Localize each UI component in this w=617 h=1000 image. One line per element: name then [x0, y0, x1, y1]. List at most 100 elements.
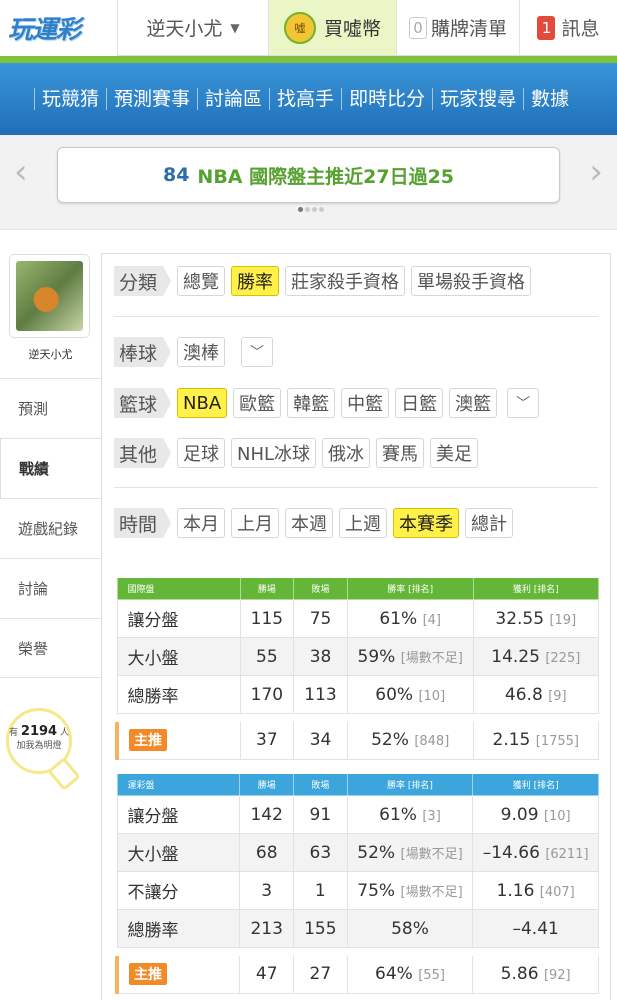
row-label-cell: 主推 — [115, 955, 241, 994]
main-pick-row: 主推 47 27 64% [55] 5.86 [92] — [115, 955, 599, 994]
carousel-dot[interactable] — [298, 207, 303, 212]
profit: 32.55 — [495, 608, 545, 629]
win-rate-cell: 52% [場數不足] — [346, 833, 474, 872]
column-header: 勝場 — [239, 773, 295, 796]
rank: [225] — [545, 650, 581, 666]
chip-total[interactable]: 總計 — [465, 508, 514, 538]
chip-bookie-killer[interactable]: 莊家殺手資格 — [285, 266, 406, 296]
chip-win-rate[interactable]: 勝率 — [231, 266, 280, 296]
chevron-left-icon[interactable]: ‹ — [14, 155, 28, 189]
carousel-dot[interactable] — [305, 207, 310, 212]
profit-cell: –14.66 [6211] — [472, 833, 599, 872]
chip-last-week[interactable]: 上週 — [339, 508, 388, 538]
chip-this-season[interactable]: 本賽季 — [393, 508, 460, 538]
chip-nba[interactable]: NBA — [177, 388, 228, 418]
win-rate-cell: 58% — [346, 909, 474, 948]
chip-euro-basketball[interactable]: 歐籃 — [233, 388, 282, 418]
chip-khl[interactable]: 俄冰 — [322, 438, 371, 468]
chip-nhl[interactable]: NHL冰球 — [231, 438, 317, 468]
column-header: 國際盤 — [116, 577, 241, 600]
sidebar-item-record[interactable]: 戰績 — [0, 438, 103, 498]
nav-item-player-search[interactable]: 玩家搜尋 — [432, 88, 523, 110]
coin-icon: 噓 — [283, 11, 316, 44]
chip-soccer[interactable]: 足球 — [177, 438, 226, 468]
divider — [114, 316, 598, 317]
win-count: 115 — [239, 599, 295, 638]
chip-korea-basketball[interactable]: 韓籃 — [287, 388, 336, 418]
chevron-down-icon[interactable]: ﹀ — [507, 388, 540, 418]
nav-item-guess[interactable]: 玩競猜 — [34, 88, 106, 110]
chevron-down-icon[interactable]: ﹀ — [241, 337, 274, 367]
avatar-image — [16, 261, 83, 331]
time-label: 時間 — [114, 508, 172, 538]
column-header: 運彩盤 — [116, 773, 241, 796]
category-filter: 分類 總覽 勝率 莊家殺手資格 單場殺手資格 — [114, 266, 532, 296]
profit: 5.86 — [500, 964, 539, 985]
sidebar-item-discuss[interactable]: 討論 — [0, 558, 101, 618]
rank: [848] — [414, 734, 450, 750]
chip-abl[interactable]: 澳棒 — [177, 337, 226, 367]
win-rate-cell: 61% [4] — [346, 599, 474, 638]
win-rate: 60% — [375, 684, 414, 705]
win-count: 213 — [239, 909, 295, 948]
profit: –14.66 — [482, 842, 540, 863]
win-rate-cell: 75% [場數不足] — [346, 871, 474, 910]
loss-count: 34 — [293, 721, 348, 760]
profit: 1.16 — [496, 880, 535, 901]
win-rate: 59% — [357, 646, 396, 667]
profit-cell: 9.09 [10] — [472, 795, 599, 834]
sidebar-item-predict[interactable]: 預測 — [0, 378, 101, 438]
sidebar-item-game-log[interactable]: 遊戲紀錄 — [0, 498, 101, 558]
messages-button[interactable]: 1 訊息 — [520, 0, 617, 55]
loss-count: 38 — [293, 637, 348, 676]
chip-china-basketball[interactable]: 中籃 — [341, 388, 390, 418]
rank: [10] — [543, 808, 571, 824]
carousel-dot[interactable] — [319, 207, 324, 212]
win-count: 37 — [239, 721, 295, 760]
cart-count: 0 — [408, 16, 427, 39]
buy-coin-button[interactable]: 噓買噓幣 — [269, 0, 397, 55]
chip-australia-basketball[interactable]: 澳籃 — [449, 388, 498, 418]
spacer-cell — [117, 714, 599, 722]
nav-item-forum[interactable]: 討論區 — [197, 88, 269, 110]
rank: [55] — [418, 968, 445, 984]
win-count: 47 — [239, 955, 295, 994]
chip-this-month[interactable]: 本月 — [177, 508, 226, 538]
chip-last-month[interactable]: 上月 — [231, 508, 280, 538]
nav-item-experts[interactable]: 找高手 — [269, 88, 341, 110]
chip-american-football[interactable]: 美足 — [430, 438, 479, 468]
nav-item-predict[interactable]: 預測賽事 — [106, 88, 197, 110]
user-menu[interactable]: 逆天小尤 ▼ — [118, 0, 269, 55]
accent-band — [0, 56, 617, 63]
table-header-row: 運彩盤 勝場 敗場 勝率 [排名] 獲利 [排名] — [116, 773, 599, 796]
table-header-row: 國際盤 勝場 敗場 勝率 [排名] 獲利 [排名] — [116, 577, 600, 600]
nav-item-livescore[interactable]: 即時比分 — [341, 88, 432, 110]
row-label: 不讓分 — [116, 871, 241, 910]
chip-this-week[interactable]: 本週 — [285, 508, 334, 538]
rank: [場數不足] — [400, 650, 463, 666]
sidebar-item-honor[interactable]: 榮譽 — [0, 618, 101, 678]
promo-card[interactable]: 84 NBA 國際盤主推近27日過25 — [57, 147, 560, 203]
row-label-cell: 主推 — [114, 721, 241, 760]
site-logo[interactable]: 玩運彩 — [0, 0, 118, 56]
chip-single-killer[interactable]: 單場殺手資格 — [411, 266, 532, 296]
table-row: 不讓分 3 1 75% [場數不足] 1.16 [407] — [116, 871, 599, 910]
column-header: 勝率 [排名] — [346, 577, 474, 600]
loss-count: 27 — [293, 955, 348, 994]
chip-overview[interactable]: 總覽 — [177, 266, 226, 296]
follow-lightbulb-button[interactable]: 有 2194 人 加我為明燈 — [6, 708, 81, 792]
profit-cell: –4.41 — [472, 909, 599, 948]
cart-button[interactable]: 0 購牌清單 — [397, 0, 520, 55]
nav-item-stats[interactable]: 數據 — [523, 88, 576, 110]
carousel-dot[interactable] — [312, 207, 317, 212]
row-spacer — [117, 948, 599, 956]
main-pick-badge: 主推 — [129, 963, 167, 986]
avatar[interactable] — [9, 254, 90, 338]
chip-horse-racing[interactable]: 賽馬 — [376, 438, 425, 468]
chevron-right-icon[interactable]: › — [589, 155, 603, 189]
chip-japan-basketball[interactable]: 日籃 — [395, 388, 444, 418]
profile-username: 逆天小尤 — [28, 348, 73, 361]
loss-count: 91 — [293, 795, 348, 834]
win-rate-cell: 64% [55] — [346, 955, 474, 994]
column-header: 勝場 — [239, 577, 295, 600]
